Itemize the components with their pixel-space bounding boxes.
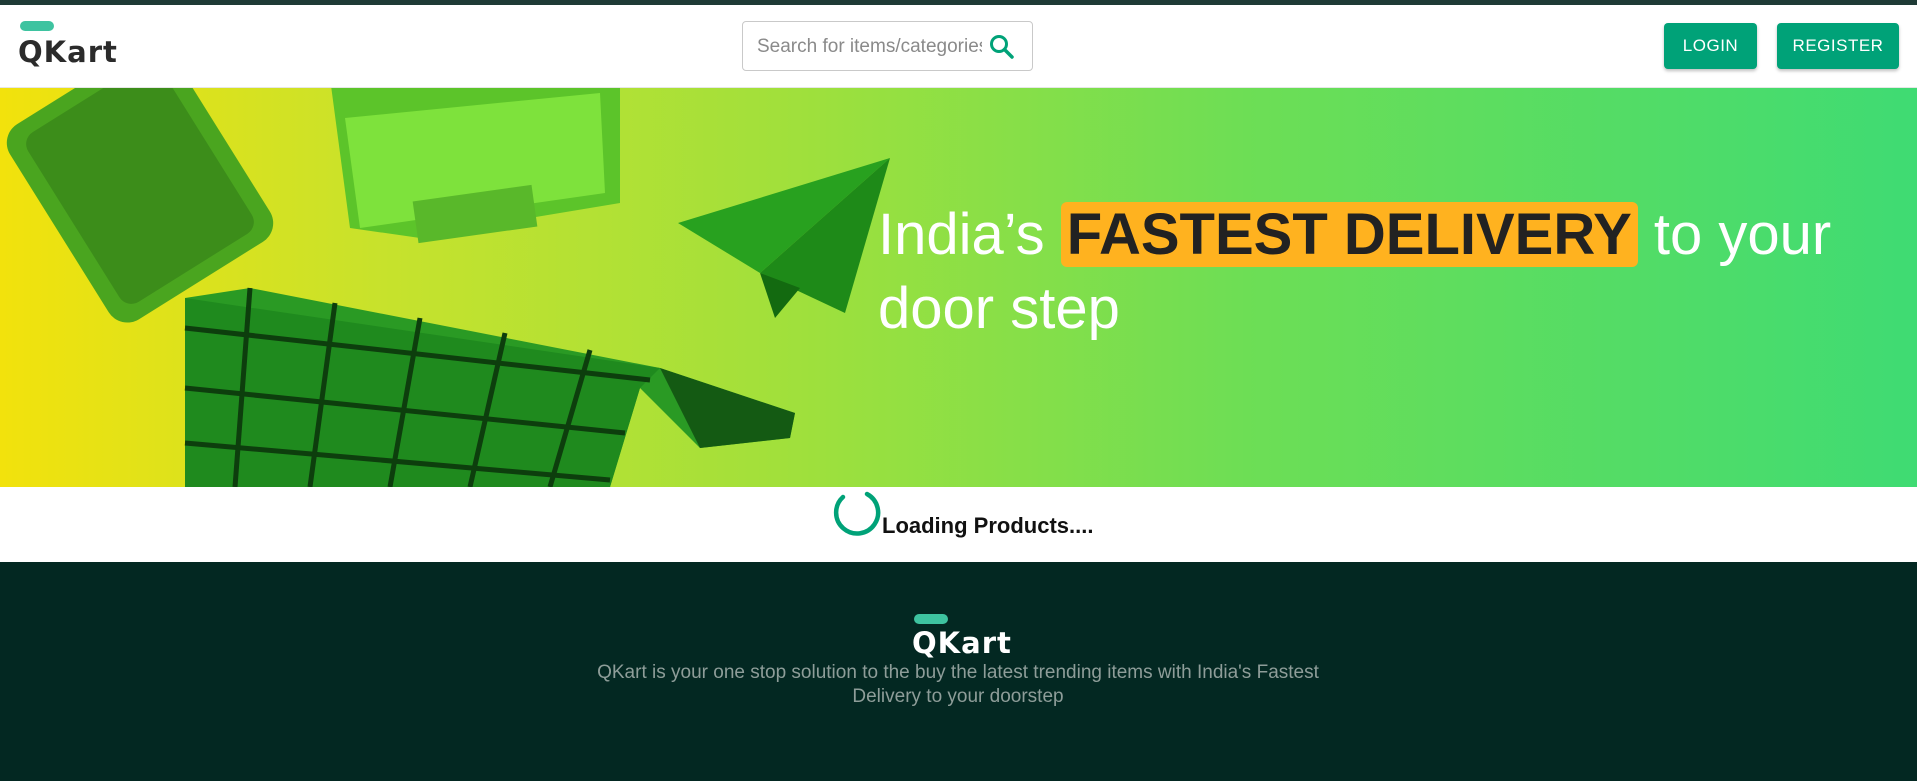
search-input[interactable]	[757, 34, 982, 60]
hero-illustration	[6, 88, 890, 487]
cart-illustration	[184, 287, 795, 487]
logo-accent-bar	[20, 21, 54, 31]
footer-logo-text: QKart	[912, 626, 1012, 660]
qkart-logo[interactable]: QKart	[18, 21, 118, 71]
footer-description: QKart is your one stop solution to the b…	[597, 662, 1319, 707]
loading-spinner-icon	[833, 491, 881, 536]
site-footer: QKart QKart is your one stop solution to…	[0, 562, 1917, 781]
search-icon[interactable]	[987, 32, 1017, 62]
footer-logo-accent-bar	[914, 614, 948, 624]
hero-headline: India’s FASTEST DELIVERY to your door st…	[878, 198, 1878, 346]
loading-section: Loading Products....	[0, 487, 1917, 562]
headline-highlight: FASTEST DELIVERY	[1060, 202, 1638, 267]
login-button[interactable]: LOGIN	[1664, 23, 1757, 69]
register-button[interactable]: REGISTER	[1777, 23, 1899, 69]
search-box	[742, 21, 1033, 71]
app-header: QKart LOGIN REGISTER	[0, 5, 1917, 88]
footer-logo: QKart	[912, 614, 1012, 660]
loading-label: Loading Products....	[882, 513, 1094, 538]
hero-banner: India’s FASTEST DELIVERY to your door st…	[0, 88, 1917, 487]
headline-prefix: India’s	[878, 202, 1061, 267]
logo-text: QKart	[18, 35, 118, 69]
laptop-illustration	[331, 88, 620, 244]
paper-plane-illustration	[678, 158, 890, 318]
